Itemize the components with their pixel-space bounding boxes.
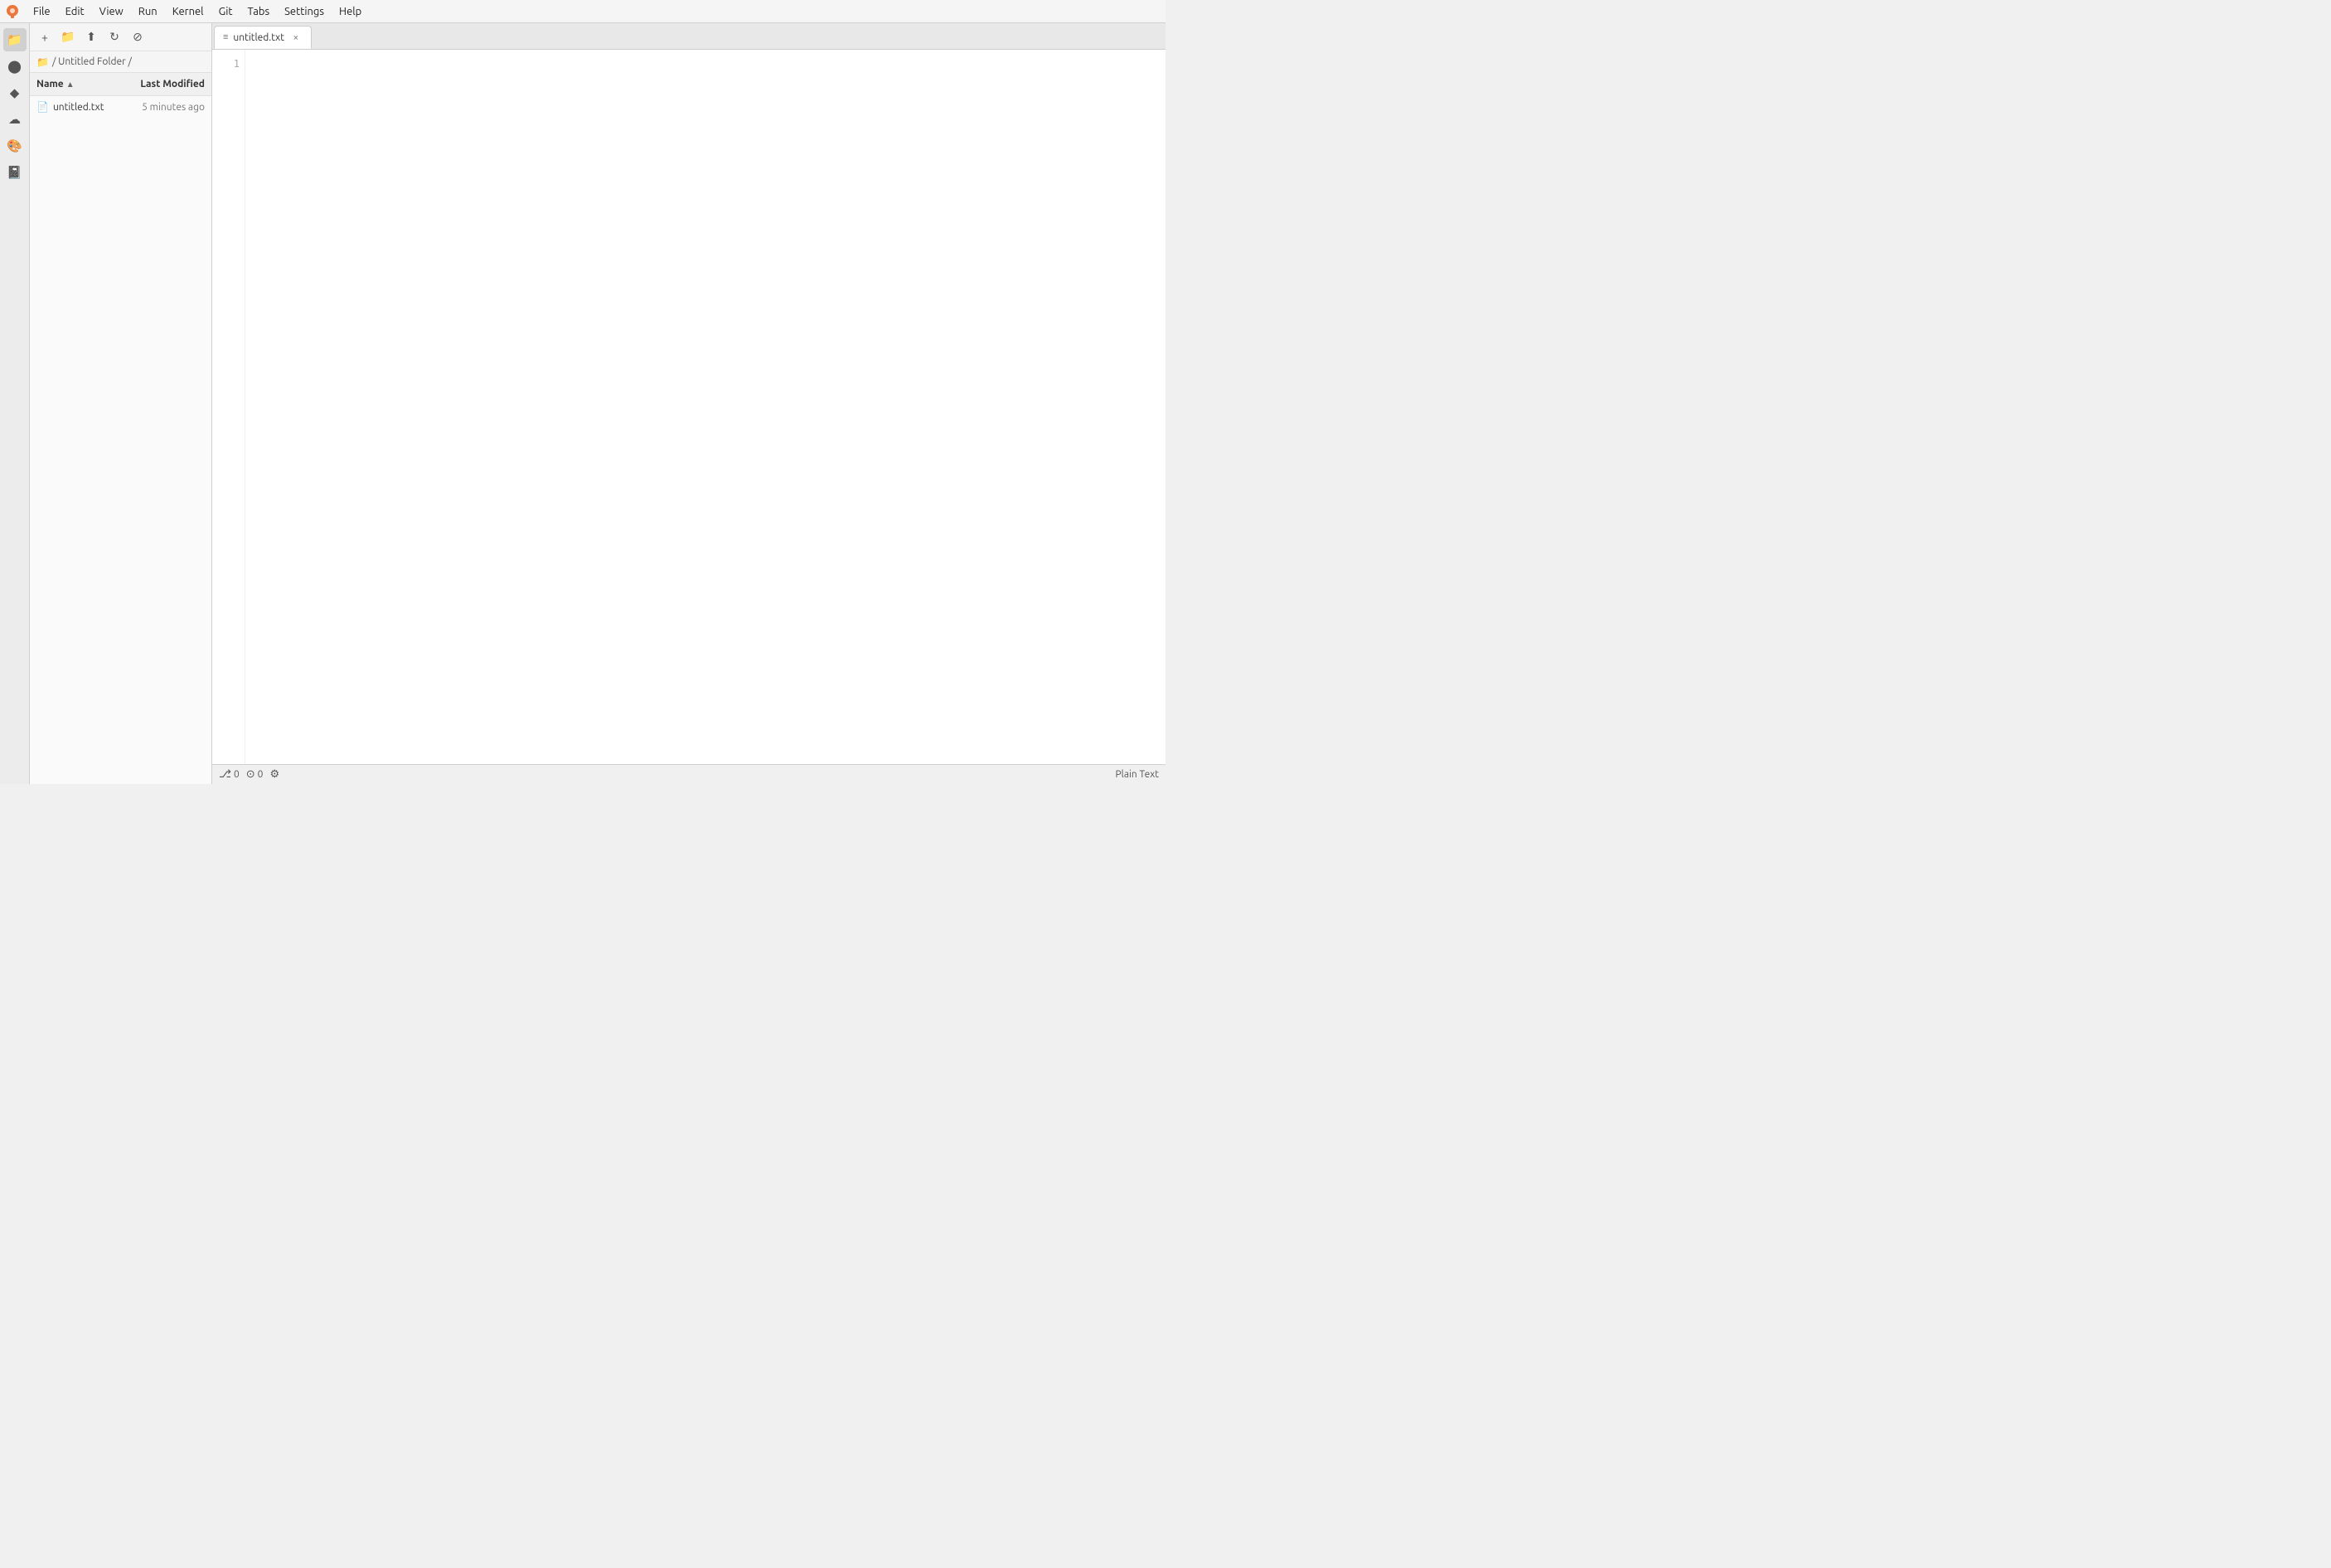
column-name-header[interactable]: Name ▲ <box>36 79 130 90</box>
sidebar-icons: 📁 ⬤ ◆ ☁ 🎨 📓 <box>0 23 30 784</box>
menu-item-menu-file[interactable]: File <box>27 4 57 19</box>
file-panel: +📁⬆↻⊘ 📁 / Untitled Folder / Name ▲ Last … <box>30 23 212 784</box>
file-name: untitled.txt <box>53 102 130 113</box>
refresh-button[interactable]: ↻ <box>104 27 124 47</box>
editor-text[interactable] <box>245 50 1166 764</box>
circle-icon[interactable]: ⬤ <box>3 55 27 78</box>
menu-item-menu-git[interactable]: Git <box>212 4 240 19</box>
menu-item-menu-tabs[interactable]: Tabs <box>240 4 276 19</box>
git-branch-icon: ⎇ <box>219 768 231 781</box>
file-item[interactable]: 📄 untitled.txt5 minutes ago <box>30 96 211 118</box>
menu-item-menu-edit[interactable]: Edit <box>59 4 91 19</box>
line-number-1: 1 <box>212 56 240 72</box>
file-toolbar: +📁⬆↻⊘ <box>30 23 211 51</box>
menubar: FileEditViewRunKernelGitTabsSettingsHelp <box>0 0 1166 23</box>
editor-area: ≡ untitled.txt × 1 ⎇ 0 ⊙ 0 ⚙ Plain Text <box>212 23 1166 784</box>
menu-item-menu-kernel[interactable]: Kernel <box>166 4 211 19</box>
menu-item-menu-help[interactable]: Help <box>332 4 368 19</box>
git-branch-status: ⎇ 0 <box>219 768 240 781</box>
issues-value: 0 <box>258 769 264 780</box>
file-list-header: Name ▲ Last Modified <box>30 73 211 96</box>
folder-icon-small: 📁 <box>36 56 49 68</box>
settings-icon: ⚙ <box>269 768 279 781</box>
menu-item-menu-view[interactable]: View <box>93 4 130 19</box>
issues-status: ⊙ 0 <box>246 768 264 781</box>
file-icon: 📄 <box>36 101 49 113</box>
new-folder-button[interactable]: 📁 <box>58 27 78 47</box>
filter-button[interactable]: ⊘ <box>128 27 148 47</box>
folder-icon[interactable]: 📁 <box>3 28 27 51</box>
tab-label: untitled.txt <box>233 32 284 43</box>
statusbar: ⎇ 0 ⊙ 0 ⚙ Plain Text <box>212 764 1166 784</box>
editor-content: 1 <box>212 50 1166 764</box>
book-icon[interactable]: 📓 <box>3 161 27 184</box>
line-numbers: 1 <box>212 50 245 764</box>
tab-file-icon: ≡ <box>223 32 228 42</box>
cloud-icon[interactable]: ☁ <box>3 108 27 131</box>
column-modified-header[interactable]: Last Modified <box>130 79 205 90</box>
file-list: 📄 untitled.txt5 minutes ago <box>30 96 211 784</box>
settings-status[interactable]: ⚙ <box>269 768 279 781</box>
menu-item-menu-settings[interactable]: Settings <box>278 4 331 19</box>
tab-bar: ≡ untitled.txt × <box>212 23 1166 50</box>
breadcrumb-text: / Untitled Folder / <box>52 56 132 67</box>
file-modified: 5 minutes ago <box>130 102 205 113</box>
new-file-button[interactable]: + <box>35 27 55 47</box>
diamond-icon[interactable]: ◆ <box>3 81 27 104</box>
app-logo <box>3 2 22 21</box>
upload-button[interactable]: ⬆ <box>81 27 101 47</box>
git-branch-value: 0 <box>234 769 240 780</box>
file-type-label: Plain Text <box>1115 769 1159 780</box>
sort-arrow: ▲ <box>66 80 75 90</box>
issues-icon: ⊙ <box>246 768 255 781</box>
tab-close-button[interactable]: × <box>289 31 303 44</box>
palette-icon[interactable]: 🎨 <box>3 134 27 157</box>
main-container: 📁⬤◆☁🎨📓 +📁⬆↻⊘ 📁 / Untitled Folder / Name … <box>0 23 1166 784</box>
menu-item-menu-run[interactable]: Run <box>132 4 164 19</box>
file-type-status: Plain Text <box>1115 769 1159 780</box>
editor-tab[interactable]: ≡ untitled.txt × <box>214 26 312 49</box>
breadcrumb: 📁 / Untitled Folder / <box>30 51 211 73</box>
